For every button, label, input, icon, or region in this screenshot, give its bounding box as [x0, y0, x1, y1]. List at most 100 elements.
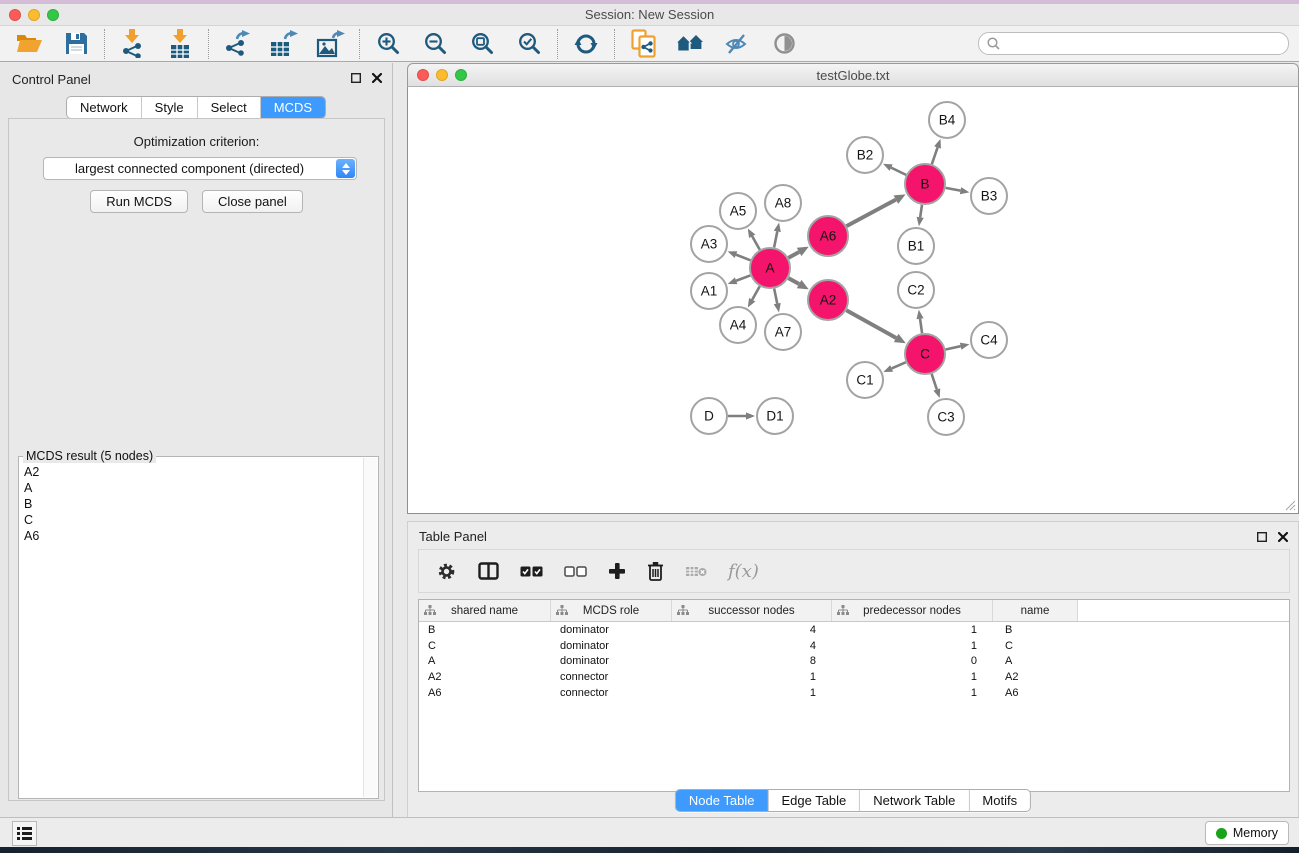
close-panel-icon[interactable]	[372, 73, 382, 83]
node-table[interactable]: shared nameMCDS rolesuccessor nodesprede…	[418, 599, 1290, 792]
result-scrollbar[interactable]	[363, 458, 377, 797]
table-cell[interactable]: connector	[551, 687, 672, 699]
table-header-row[interactable]: shared nameMCDS rolesuccessor nodesprede…	[419, 600, 1289, 622]
clone-network-icon[interactable]	[628, 29, 658, 59]
split-columns-icon[interactable]	[478, 562, 499, 580]
export-network-icon[interactable]	[222, 29, 252, 59]
mcds-result-list[interactable]: A2ABCA6	[20, 458, 364, 797]
deselect-all-checkboxes-icon[interactable]	[564, 566, 587, 577]
table-cell[interactable]: dominator	[551, 655, 672, 667]
table-cell[interactable]: 1	[832, 624, 993, 636]
table-row[interactable]: A6connector11A6	[419, 685, 1289, 701]
result-item[interactable]: A2	[24, 464, 364, 480]
graph-edge-A-A4[interactable]	[752, 286, 760, 299]
table-cell[interactable]: 1	[832, 640, 993, 652]
table-body[interactable]: Bdominator41BCdominator41CAdominator80AA…	[419, 622, 1289, 700]
graph-edge-C-C3[interactable]	[932, 374, 937, 390]
table-cell[interactable]: B	[993, 624, 1078, 636]
table-cell[interactable]: 4	[672, 624, 832, 636]
task-history-button[interactable]	[12, 821, 37, 846]
hide-eye-icon[interactable]	[722, 29, 752, 59]
zoom-selected-icon[interactable]	[514, 29, 544, 59]
table-cell[interactable]: 1	[832, 671, 993, 683]
graph-edge-A2-C[interactable]	[846, 310, 896, 338]
network-graph[interactable]: B4B2BB3A8A5A6A3B1AA1C2A2A4A7C4CC1C3DD1	[408, 87, 1298, 513]
close-panel-button[interactable]: Close panel	[202, 190, 303, 213]
zoom-in-icon[interactable]	[373, 29, 403, 59]
table-cell[interactable]: A6	[993, 687, 1078, 699]
graph-edge-A-A2[interactable]	[788, 278, 799, 284]
criterion-dropdown[interactable]: largest connected component (directed)	[43, 157, 357, 180]
table-row[interactable]: Adominator80A	[419, 653, 1289, 669]
open-folder-icon[interactable]	[14, 29, 44, 59]
graph-edge-C-C1[interactable]	[892, 362, 906, 368]
table-cell[interactable]: 1	[672, 687, 832, 699]
table-cell[interactable]: B	[419, 624, 551, 636]
table-cell[interactable]: dominator	[551, 624, 672, 636]
table-cell[interactable]: A2	[419, 671, 551, 683]
table-cell[interactable]: C	[419, 640, 551, 652]
column-header-name[interactable]: name	[993, 600, 1078, 621]
graph-edge-B-B2[interactable]	[891, 168, 906, 175]
table-row[interactable]: A2connector11A2	[419, 669, 1289, 685]
network-window-titlebar[interactable]: testGlobe.txt	[407, 63, 1299, 87]
graph-edge-A-A5[interactable]	[752, 236, 760, 249]
import-network-icon[interactable]	[118, 29, 148, 59]
contrast-eye-icon[interactable]	[769, 29, 799, 59]
result-item[interactable]: A	[24, 480, 364, 496]
table-cell[interactable]: 0	[832, 655, 993, 667]
zoom-out-icon[interactable]	[420, 29, 450, 59]
table-cell[interactable]: connector	[551, 671, 672, 683]
run-mcds-button[interactable]: Run MCDS	[90, 190, 188, 213]
table-cell[interactable]: A2	[993, 671, 1078, 683]
table-cell[interactable]: 1	[672, 671, 832, 683]
graph-edge-B-B3[interactable]	[946, 188, 961, 191]
settings-gear-icon[interactable]	[436, 561, 457, 582]
close-table-panel-icon[interactable]	[1278, 532, 1288, 542]
graph-edge-A-A3[interactable]	[736, 255, 750, 261]
table-row[interactable]: Cdominator41C	[419, 638, 1289, 654]
home-icon[interactable]	[675, 29, 705, 59]
graph-edge-A-A1[interactable]	[736, 275, 750, 280]
graph-edge-B-B1[interactable]	[920, 205, 922, 218]
memory-button[interactable]: Memory	[1205, 821, 1289, 845]
table-cell[interactable]: dominator	[551, 640, 672, 652]
graph-edge-C-C4[interactable]	[946, 346, 961, 349]
delete-column-icon[interactable]	[647, 561, 664, 581]
table-row[interactable]: Bdominator41B	[419, 622, 1289, 638]
select-all-checkboxes-icon[interactable]	[520, 566, 543, 577]
tab-motifs[interactable]: Motifs	[968, 790, 1030, 811]
search-field[interactable]	[978, 32, 1289, 55]
table-cell[interactable]: A	[419, 655, 551, 667]
column-header-shared-name[interactable]: shared name	[419, 600, 551, 621]
tab-network-table[interactable]: Network Table	[859, 790, 968, 811]
table-cell[interactable]: C	[993, 640, 1078, 652]
column-header-successor-nodes[interactable]: successor nodes	[672, 600, 832, 621]
import-table-icon[interactable]	[165, 29, 195, 59]
graph-edge-A-A6[interactable]	[788, 252, 799, 258]
network-canvas[interactable]: B4B2BB3A8A5A6A3B1AA1C2A2A4A7C4CC1C3DD1	[407, 87, 1299, 514]
graph-edge-C-C2[interactable]	[920, 319, 922, 333]
tab-select[interactable]: Select	[197, 97, 260, 118]
tab-edge-table[interactable]: Edge Table	[767, 790, 859, 811]
table-cell[interactable]: A	[993, 655, 1078, 667]
resize-grip-icon[interactable]	[1284, 499, 1296, 511]
search-input[interactable]	[1005, 36, 1280, 52]
tab-node-table[interactable]: Node Table	[676, 790, 768, 811]
column-header-predecessor-nodes[interactable]: predecessor nodes	[832, 600, 993, 621]
table-cell[interactable]: 1	[832, 687, 993, 699]
add-column-icon[interactable]	[608, 562, 626, 580]
graph-edge-A-A7[interactable]	[774, 289, 777, 304]
table-cell[interactable]: 8	[672, 655, 832, 667]
save-icon[interactable]	[61, 29, 91, 59]
graph-edge-A-A8[interactable]	[774, 231, 777, 247]
float-table-panel-icon[interactable]	[1257, 532, 1267, 542]
tab-network[interactable]: Network	[67, 97, 141, 118]
tab-mcds[interactable]: MCDS	[260, 97, 325, 118]
tab-style[interactable]: Style	[141, 97, 197, 118]
graph-edge-A6-B[interactable]	[847, 200, 896, 226]
refresh-layout-icon[interactable]	[571, 29, 601, 59]
result-item[interactable]: B	[24, 496, 364, 512]
table-cell[interactable]: 4	[672, 640, 832, 652]
result-item[interactable]: C	[24, 512, 364, 528]
